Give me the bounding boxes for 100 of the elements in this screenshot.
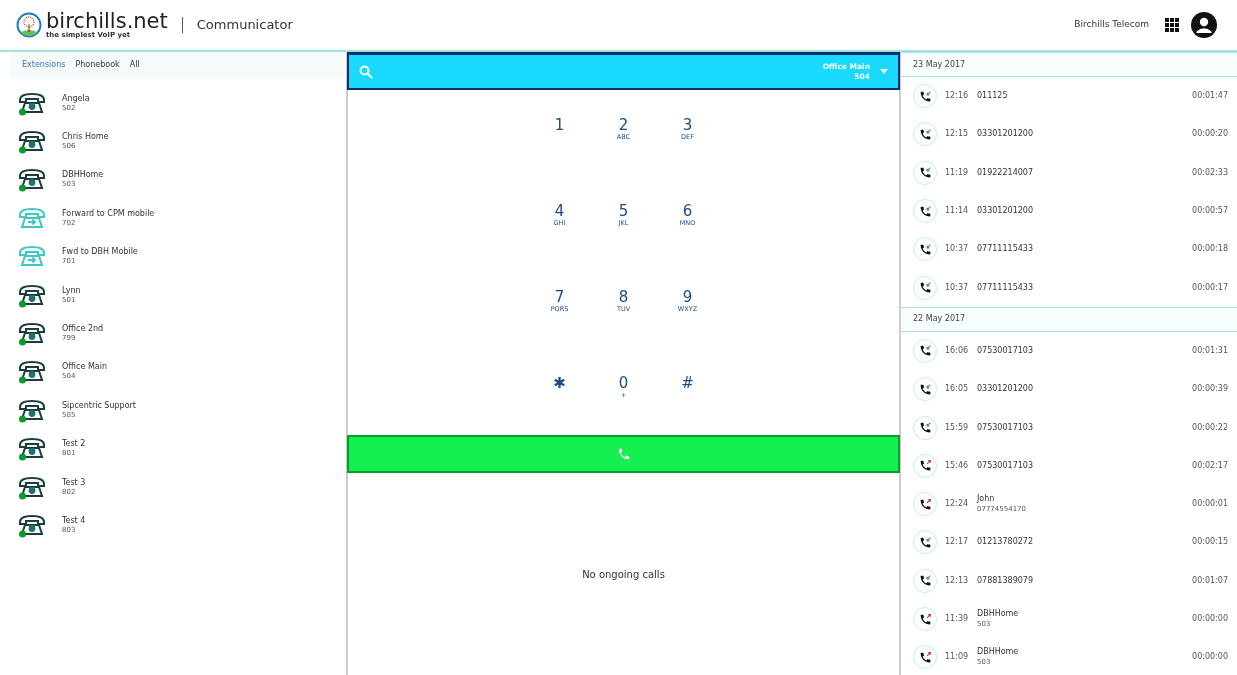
call-duration: 00:00:15 (1192, 536, 1228, 549)
desk-phone-icon (18, 359, 46, 385)
call-history-item[interactable]: 12:16 011125 00:01:47 (901, 77, 1237, 116)
caller-number: 07711115433 (977, 244, 1034, 255)
caller-number: 03301201200 (977, 384, 1034, 395)
contact-name: DBHHome (62, 170, 104, 180)
caller-number: 07530017103 (977, 460, 1034, 471)
call-time: 11:09 (945, 651, 970, 664)
contact-name: Angela (62, 93, 90, 104)
caller-number: 03301201200 (977, 129, 1034, 140)
tree-logo-icon (16, 12, 42, 38)
contact-name: Lynn (62, 285, 81, 296)
caller-number: 07881389079 (977, 575, 1034, 586)
outgoing-call-icon (918, 497, 932, 511)
incoming-call-icon (918, 127, 932, 141)
caller-name: DBHHome (977, 609, 1020, 619)
call-history-item[interactable]: 12:17 01213780272 00:00:15 (901, 523, 1237, 562)
contact-name: Test 3 (62, 477, 86, 488)
call-duration: 00:00:20 (1192, 128, 1228, 141)
history-date: 22 May 2017 (913, 313, 966, 326)
desk-phone-icon (18, 397, 46, 423)
contact-name: Test 4 (62, 516, 86, 526)
call-time: 12:24 (945, 498, 970, 511)
call-history-item[interactable]: 15:46 07530017103 00:02:17 (901, 446, 1237, 485)
desk-phone-icon (18, 474, 46, 500)
incoming-call-icon (918, 242, 932, 256)
call-history-item[interactable]: 11:19 01922214007 00:02:33 (901, 153, 1237, 192)
call-duration: 00:01:47 (1192, 90, 1228, 103)
apps-grid-icon[interactable] (1165, 18, 1179, 32)
dial-key[interactable]: # (655, 376, 720, 410)
call-time: 11:39 (945, 613, 970, 625)
caller-number: 011125 (977, 91, 1009, 102)
account-name: Birchills Telecom (1074, 18, 1149, 32)
outgoing-call-icon (918, 650, 932, 664)
history-date: 23 May 2017 (913, 58, 966, 71)
call-duration: 00:01:31 (1192, 344, 1228, 357)
incoming-call-icon (918, 574, 932, 588)
call-time: 10:37 (945, 243, 970, 256)
call-status: No ongoing calls (582, 567, 665, 582)
call-time: 15:46 (945, 459, 970, 472)
call-time: 12:16 (945, 90, 970, 103)
call-history-item[interactable]: 16:05 03301201200 00:00:39 (901, 370, 1237, 409)
call-history-item[interactable]: 15:59 07530017103 00:00:22 (901, 408, 1237, 447)
call-duration: 00:00:22 (1192, 421, 1228, 434)
desk-phone-icon (18, 282, 46, 308)
avatar-icon[interactable] (1191, 12, 1217, 38)
dropdown-caret-icon[interactable] (880, 69, 888, 74)
call-time: 11:14 (945, 205, 970, 218)
call-duration: 00:00:01 (1192, 498, 1228, 511)
contact-tab[interactable]: Extensions (17, 59, 71, 71)
contact-name: Sipcentric Support (62, 400, 136, 411)
call-duration: 00:00:00 (1192, 651, 1228, 664)
search-icon[interactable] (359, 64, 373, 79)
desk-phone-icon (18, 167, 46, 193)
dial-key[interactable]: ✱ (527, 376, 592, 410)
desk-phone-icon (18, 436, 46, 462)
caller-number: 01922214007 (977, 167, 1034, 178)
call-history-item[interactable]: 12:13 07881389079 00:01:07 (901, 561, 1237, 600)
caller-number: 01213780272 (977, 537, 1034, 548)
phone-forward-icon (18, 205, 46, 231)
caller-number: 07711115433 (977, 282, 1034, 293)
incoming-call-icon (918, 535, 932, 549)
incoming-call-icon (918, 421, 932, 434)
outgoing-call-icon (918, 459, 932, 473)
call-time: 11:19 (945, 166, 970, 179)
incoming-call-icon (918, 89, 932, 103)
call-duration: 00:00:18 (1192, 243, 1228, 256)
desk-phone-icon (18, 129, 46, 155)
call-duration: 00:00:39 (1192, 383, 1228, 396)
call-button[interactable] (347, 435, 900, 473)
call-history-item[interactable]: 16:06 07530017103 00:01:31 (901, 331, 1237, 371)
contact-name: Test 2 (62, 439, 86, 449)
call-duration: 00:02:17 (1192, 459, 1228, 472)
contact-tab[interactable]: All (124, 59, 145, 71)
call-time: 12:15 (945, 128, 970, 141)
phone-icon (616, 447, 631, 461)
call-duration: 00:01:07 (1192, 574, 1228, 587)
incoming-call-icon (918, 281, 932, 295)
incoming-call-icon (918, 204, 932, 218)
incoming-call-icon (918, 344, 932, 358)
app-title: Communicator (196, 16, 293, 35)
contact-name: Fwd to DBH Mobile (62, 247, 138, 257)
logo-name: birchills.net (46, 11, 168, 31)
call-history-item[interactable]: 12:15 03301201200 00:00:20 (901, 115, 1237, 154)
dial-key[interactable]: 1 (527, 118, 592, 152)
call-history-item[interactable]: 10:37 07711115433 00:00:18 (901, 230, 1237, 269)
contact-name: Chris Home (62, 132, 109, 142)
call-history-item[interactable]: 10:37 07711115433 00:00:17 (901, 268, 1237, 307)
contact-name: Forward to CPM mobile (62, 208, 155, 219)
caller-number: 03301201200 (977, 206, 1034, 217)
caller-number: 07530017103 (977, 345, 1034, 356)
call-duration: 00:00:57 (1192, 205, 1228, 218)
caller-name: DBHHome (977, 647, 1020, 658)
contact-tab[interactable]: Phonebook (70, 59, 125, 71)
caller-name: John (977, 494, 996, 505)
call-time: 10:37 (945, 281, 970, 294)
incoming-call-icon (918, 382, 932, 396)
contact-name: Office Main (62, 362, 107, 372)
call-time: 12:17 (945, 536, 970, 549)
call-history-item[interactable]: 11:14 03301201200 00:00:57 (901, 191, 1237, 231)
